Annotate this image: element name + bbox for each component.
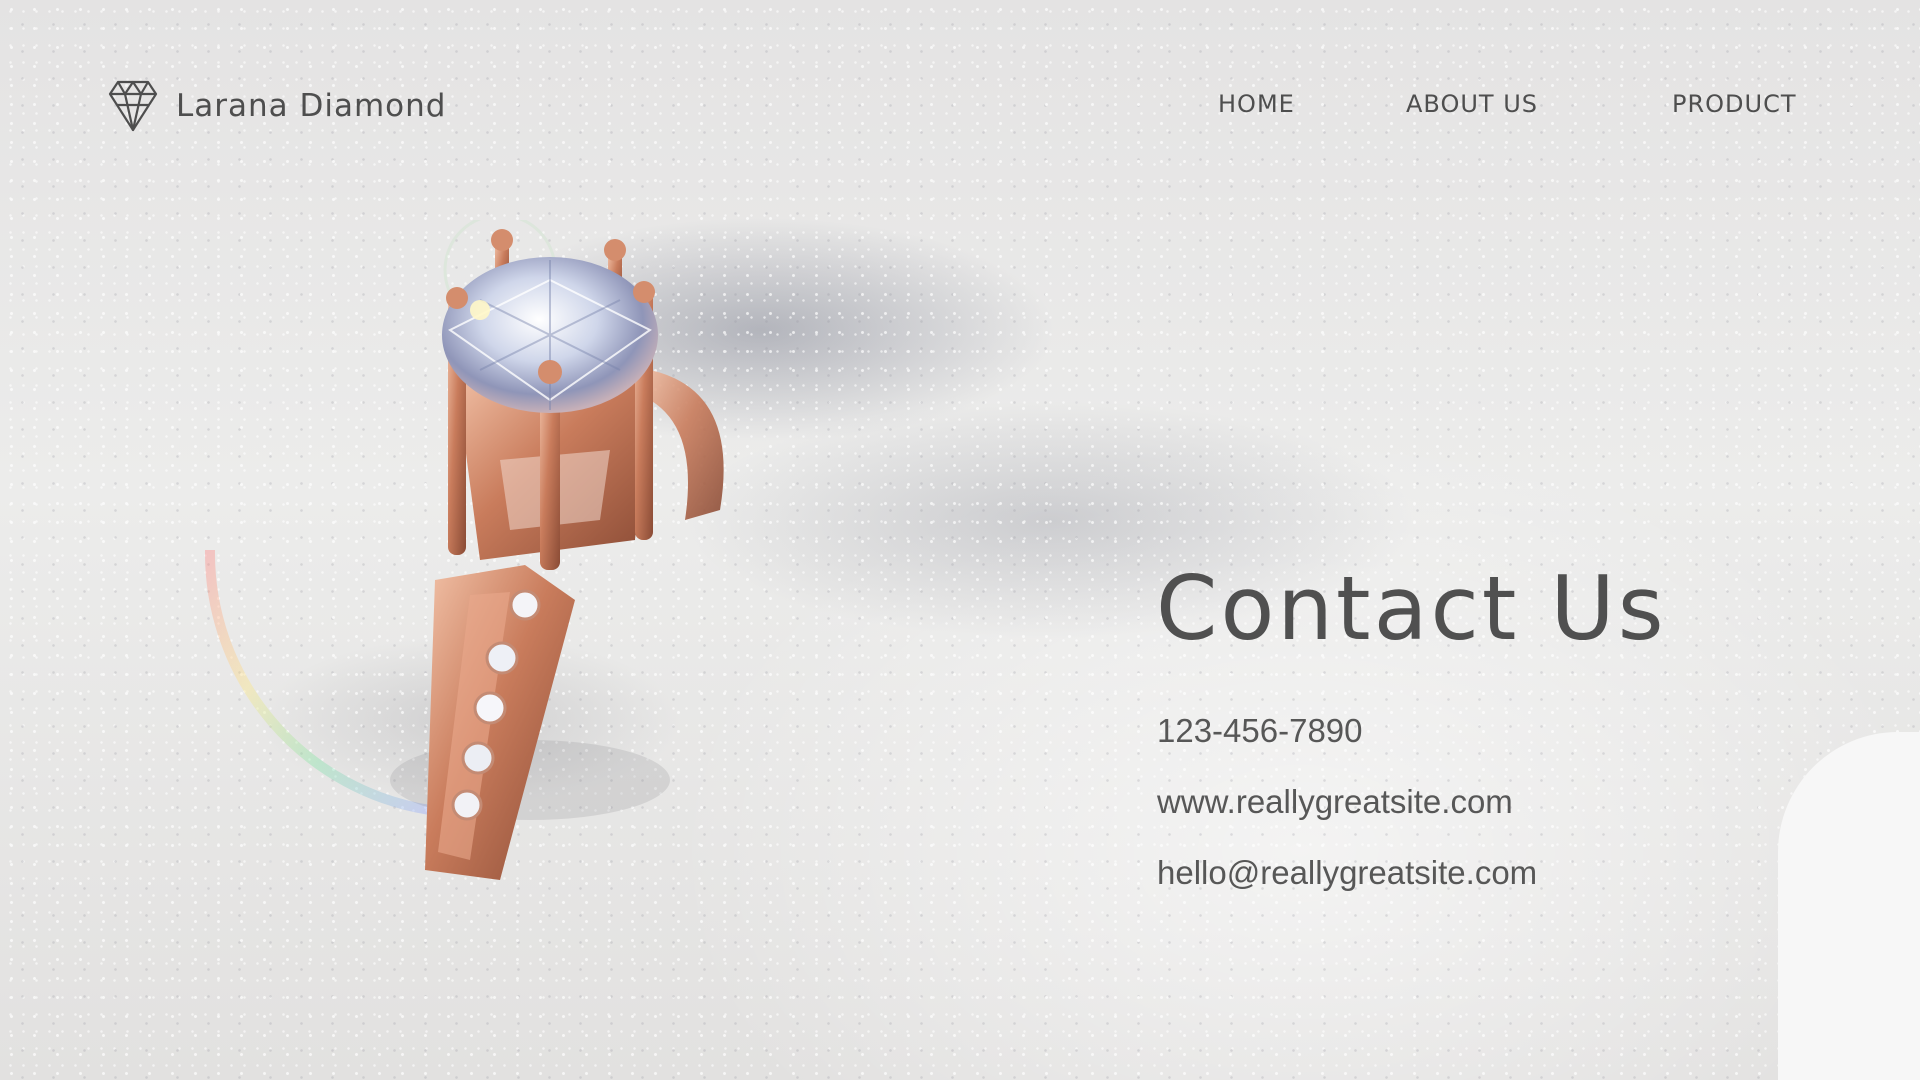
nav-about-us[interactable]: ABOUT US (1406, 90, 1538, 118)
diamond-outline-icon (108, 80, 158, 132)
brand[interactable]: Larana Diamond (108, 78, 446, 134)
corner-card-decoration (1778, 732, 1920, 1080)
brand-name: Larana Diamond (176, 88, 447, 124)
contact-title: Contact Us (1156, 557, 1667, 660)
contact-phone[interactable]: 123-456-7890 (1157, 714, 1363, 747)
nav-product[interactable]: PRODUCT (1672, 90, 1797, 118)
contact-website[interactable]: www.reallygreatsite.com (1157, 785, 1513, 818)
nav-home[interactable]: HOME (1218, 90, 1295, 118)
hero-ring-image (204, 220, 724, 880)
contact-email[interactable]: hello@reallygreatsite.com (1157, 856, 1537, 889)
